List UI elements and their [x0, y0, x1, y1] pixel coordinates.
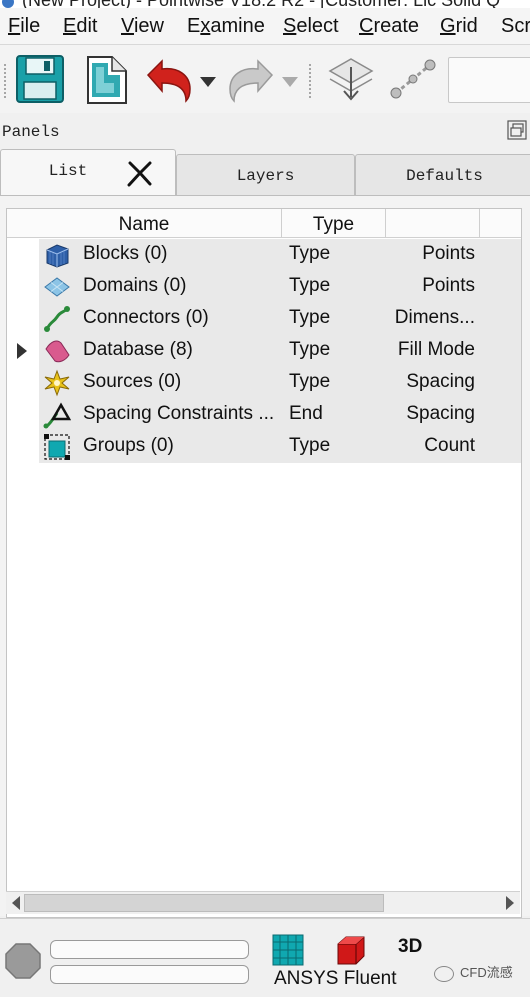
row-extra: Points	[422, 275, 475, 296]
group-icon	[43, 433, 71, 461]
row-type: Type	[289, 371, 331, 392]
expand-arrow-icon[interactable]	[17, 343, 27, 359]
redo-dropdown-icon[interactable]	[278, 53, 302, 107]
row-type: Type	[289, 435, 331, 456]
app-icon	[2, 0, 14, 8]
column-type-header[interactable]: Type	[282, 209, 386, 237]
row-name: Spacing Constraints ...	[83, 403, 275, 424]
layers-down-icon[interactable]	[324, 53, 378, 107]
title-bar: (New Project) - Pointwise V18.2 R2 - [Cu…	[0, 0, 530, 8]
menu-bar: File Edit View Examine Select Create Gri…	[0, 8, 530, 44]
progress-bar-bottom	[50, 965, 249, 984]
solver-grid-icon[interactable]	[272, 934, 304, 966]
toolbar-field[interactable]	[448, 57, 530, 103]
scroll-left-icon[interactable]	[12, 896, 20, 910]
solver-label[interactable]: ANSYS Fluent	[274, 968, 397, 990]
panel-tabs: List Layers Defaults	[0, 149, 530, 196]
database-icon	[43, 337, 71, 365]
watermark: CFD流感	[434, 962, 513, 982]
row-name: Database (8)	[83, 339, 193, 360]
cube-icon[interactable]	[334, 934, 368, 966]
row-extra: Count	[424, 435, 475, 456]
panels-title: Panels	[2, 123, 60, 141]
connector-icon	[43, 305, 71, 333]
row-extra: Spacing	[406, 403, 475, 424]
menu-grid[interactable]: Grid	[440, 15, 478, 38]
stop-icon[interactable]	[4, 942, 42, 980]
list-tree[interactable]: Name Type Blocks (0) Type Points Domains…	[6, 208, 522, 918]
column-extra-header[interactable]	[386, 209, 480, 237]
row-name: Sources (0)	[83, 371, 182, 392]
points-icon[interactable]	[386, 53, 440, 107]
row-extra: Spacing	[406, 371, 475, 392]
tree-row-spacing-constraints[interactable]: Spacing Constraints ... End Spacing	[7, 399, 521, 431]
row-name: Connectors (0)	[83, 307, 209, 328]
tree-row-database[interactable]: Database (8) Type Fill Mode	[7, 335, 521, 367]
redo-icon[interactable]	[224, 53, 278, 107]
horizontal-scrollbar[interactable]	[6, 891, 520, 914]
menu-create[interactable]: Create	[359, 15, 419, 38]
row-name: Blocks (0)	[83, 243, 168, 264]
toolbar-separator	[308, 63, 312, 99]
toolbar-grip[interactable]	[3, 63, 7, 99]
row-name: Domains (0)	[83, 275, 187, 296]
tab-defaults-label: Defaults	[406, 167, 483, 185]
row-type: End	[289, 403, 323, 424]
progress-bar-top	[50, 940, 249, 959]
column-name-header[interactable]: Name	[7, 209, 282, 237]
toolbar	[0, 44, 530, 114]
row-type: Type	[289, 307, 331, 328]
spacing-constraint-icon	[43, 401, 72, 429]
row-extra: Points	[422, 243, 475, 264]
restore-panel-icon[interactable]	[507, 120, 527, 140]
tab-layers[interactable]: Layers	[176, 154, 355, 195]
menu-script[interactable]: Scri	[501, 15, 530, 38]
panels-header: Panels	[0, 113, 530, 149]
undo-icon[interactable]	[142, 53, 196, 107]
row-name: Groups (0)	[83, 435, 174, 456]
block-icon	[43, 241, 71, 269]
close-tab-icon[interactable]	[126, 160, 154, 188]
tree-row-connectors[interactable]: Connectors (0) Type Dimens...	[7, 303, 521, 335]
menu-edit[interactable]: Edit	[63, 15, 97, 38]
scrollbar-thumb[interactable]	[24, 894, 384, 912]
domain-icon	[43, 273, 71, 301]
copy-icon[interactable]	[82, 53, 136, 107]
menu-examine[interactable]: Examine	[187, 15, 265, 38]
watermark-text: CFD流感	[460, 965, 513, 980]
row-extra: Fill Mode	[397, 339, 475, 360]
dimension-label[interactable]: 3D	[398, 936, 422, 958]
row-type: Type	[289, 243, 331, 264]
tree-row-domains[interactable]: Domains (0) Type Points	[7, 271, 521, 303]
tree-row-sources[interactable]: Sources (0) Type Spacing	[7, 367, 521, 399]
source-icon	[43, 369, 71, 397]
menu-file[interactable]: File	[8, 15, 40, 38]
tab-defaults[interactable]: Defaults	[355, 154, 530, 195]
row-extra: Dimens...	[394, 307, 475, 328]
row-type: Type	[289, 339, 331, 360]
window-title: (New Project) - Pointwise V18.2 R2 - [Cu…	[22, 0, 500, 8]
undo-dropdown-icon[interactable]	[196, 53, 220, 107]
tab-list[interactable]: List	[0, 149, 176, 196]
tab-layers-label: Layers	[236, 167, 295, 185]
tree-row-groups[interactable]: Groups (0) Type Count	[7, 431, 521, 463]
chat-bubble-icon	[434, 965, 454, 982]
tree-header: Name Type	[7, 209, 521, 238]
scroll-right-icon[interactable]	[506, 896, 514, 910]
tab-list-label: List	[48, 162, 88, 180]
menu-select[interactable]: Select	[283, 15, 339, 38]
row-type: Type	[289, 275, 331, 296]
menu-view[interactable]: View	[121, 15, 164, 38]
tree-row-blocks[interactable]: Blocks (0) Type Points	[7, 239, 521, 271]
save-icon[interactable]	[14, 53, 68, 107]
